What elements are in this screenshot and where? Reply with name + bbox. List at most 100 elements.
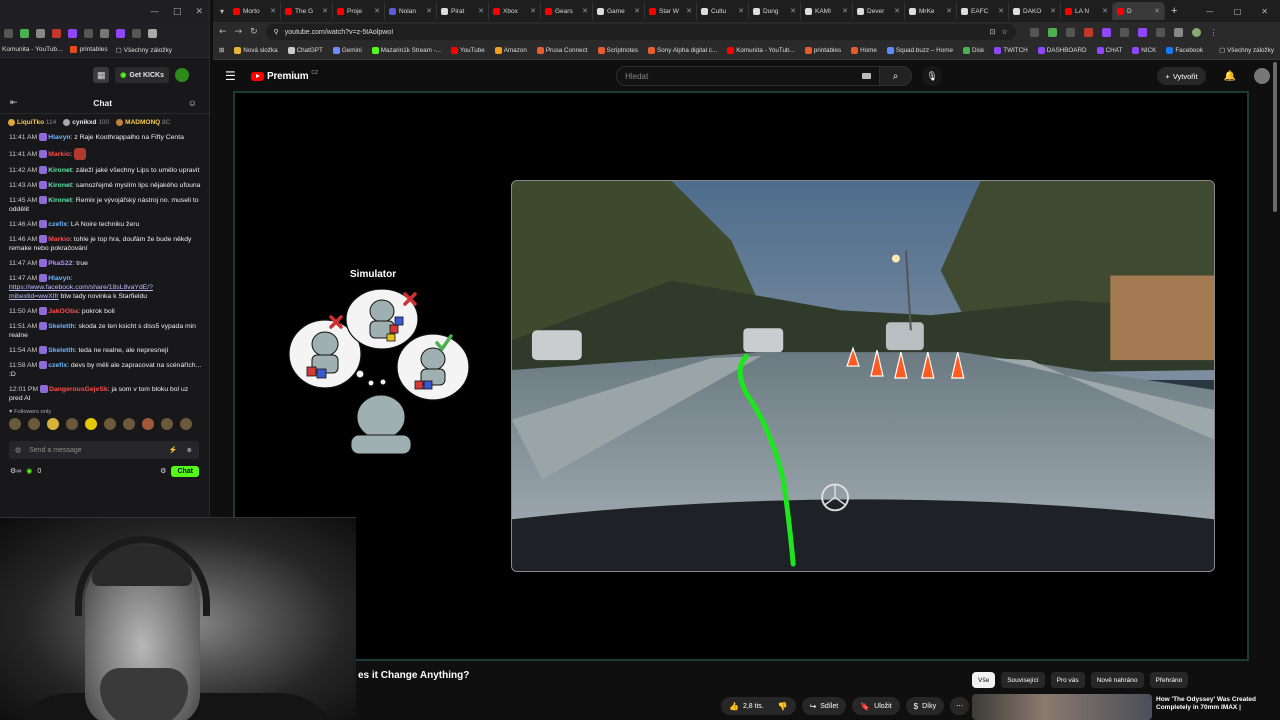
emoji-icon[interactable]: ☻ (186, 447, 193, 454)
browser-tab[interactable]: DAKO ✕ (1009, 2, 1061, 20)
emote-icon[interactable] (47, 418, 59, 430)
forward-icon[interactable]: → (235, 27, 243, 37)
browser-tab[interactable]: Pirat ✕ (437, 2, 489, 20)
browser-tab[interactable]: Proje ✕ (333, 2, 385, 20)
message-username[interactable]: czefix (48, 362, 67, 369)
page-scrollbar[interactable] (1270, 60, 1280, 720)
close-button[interactable]: ✕ (1261, 7, 1268, 16)
browser-tab[interactable]: EAFC ✕ (957, 2, 1009, 20)
browser-tab[interactable]: KAMI ✕ (801, 2, 853, 20)
gifter-item[interactable]: MADMONQ 8C (116, 119, 170, 127)
tab-close-icon[interactable]: ✕ (686, 7, 692, 15)
keyboard-icon[interactable] (862, 73, 872, 79)
search-input[interactable]: Hledat (616, 66, 881, 86)
create-button[interactable]: + Vytvořit (1157, 67, 1206, 85)
voice-search-button[interactable]: 🎙 (922, 66, 943, 86)
emote-icon[interactable] (66, 418, 78, 430)
scrollbar-thumb[interactable] (1273, 62, 1277, 212)
send-chat-button[interactable]: Chat (171, 465, 199, 477)
tab-close-icon[interactable]: ✕ (582, 7, 588, 15)
message-username[interactable]: czefix (48, 221, 67, 228)
url-field[interactable]: ⚲ youtube.com/watch?v=z-5tAolpwoI ⊡ ☆ (265, 24, 1016, 40)
tab-close-icon[interactable]: ✕ (738, 7, 744, 15)
tab-close-icon[interactable]: ✕ (842, 7, 848, 15)
extension-icon[interactable] (1083, 27, 1093, 37)
gifter-item[interactable]: cynikxd 100 (63, 119, 109, 127)
browser-tab[interactable]: Star W ✕ (645, 2, 697, 20)
browser-tab[interactable]: Cultu ✕ (697, 2, 749, 20)
extension-icon[interactable] (116, 28, 125, 38)
extension-icon[interactable] (1119, 27, 1129, 37)
mod-tools-icon[interactable]: ⚙∞ (10, 467, 21, 475)
browser-tab[interactable]: Dever ✕ (853, 2, 905, 20)
extension-icon[interactable] (68, 28, 77, 38)
message-username[interactable]: Kironet (48, 197, 72, 204)
emote-icon[interactable] (123, 418, 135, 430)
emote-icon[interactable] (142, 418, 154, 430)
message-username[interactable]: PkaS22 (48, 260, 72, 267)
emote-icon[interactable] (85, 418, 97, 430)
like-button[interactable]: 👍 2,8 tis. 👎 (721, 697, 796, 715)
browser-tab[interactable]: Gears ✕ (541, 2, 593, 20)
message-username[interactable]: Skeletth (48, 347, 74, 354)
bookmark-star-icon[interactable]: ☆ (1001, 28, 1007, 36)
extension-icon[interactable] (132, 28, 141, 38)
menu-icon[interactable]: ⋮ (1210, 28, 1218, 37)
emote-icon[interactable] (28, 418, 40, 430)
extension-icon[interactable] (148, 28, 157, 38)
message-username[interactable]: Markio (48, 236, 70, 243)
bookmark-item[interactable]: YouTube (450, 47, 485, 54)
extension-icon[interactable] (1029, 27, 1039, 37)
get-kicks-button[interactable]: ◉ Get KICKs (115, 67, 169, 83)
browser-tab[interactable]: Morto ✕ (229, 2, 281, 20)
emote-icon[interactable] (180, 418, 192, 430)
extension-icon[interactable] (100, 28, 109, 38)
save-button[interactable]: 🔖 Uložit (852, 697, 900, 715)
bookmark-item[interactable]: Facebook (1166, 47, 1203, 54)
bookmark-item[interactable]: DASHBOARD (1037, 47, 1087, 54)
bookmark-item[interactable]: TWITCH (994, 47, 1028, 54)
maximize-button[interactable]: □ (1234, 7, 1242, 16)
extension-icon[interactable] (20, 28, 29, 38)
chat-input[interactable]: ◍ Send a message ⚡ ☻ (9, 441, 199, 459)
message-username[interactable]: Hlavyn (48, 134, 70, 141)
reload-icon[interactable]: ↻ (250, 27, 258, 37)
recommended-thumbnail[interactable] (972, 694, 1152, 720)
tab-close-icon[interactable]: ✕ (894, 7, 900, 15)
site-info-icon[interactable]: ⚲ (274, 28, 279, 36)
tab-close-icon[interactable]: ✕ (1154, 7, 1160, 15)
emote-picker-icon[interactable]: ⚡ (169, 446, 178, 454)
tab-close-icon[interactable]: ✕ (634, 7, 640, 15)
menu-hamburger-icon[interactable]: ☰ (225, 69, 247, 83)
bookmark-item[interactable]: Scriptnotes (597, 47, 638, 54)
bookmark-item[interactable]: printables (804, 47, 841, 54)
grid-icon[interactable]: ▦ (93, 67, 110, 83)
browser-tab[interactable]: The G ✕ (281, 2, 333, 20)
message-username[interactable]: Hlavyn (48, 275, 70, 282)
extension-icon[interactable] (52, 28, 61, 38)
gifter-item[interactable]: LiquiTko 114 (8, 119, 56, 127)
bookmark-item[interactable]: printables (70, 45, 108, 53)
bookmark-item[interactable]: Prusa Connect (536, 47, 588, 54)
youtube-premium-logo[interactable]: Premium CZ (251, 70, 318, 82)
bookmark-item[interactable]: ChatGPT (287, 47, 323, 54)
collapse-chat-icon[interactable]: ⇤ (10, 97, 18, 108)
bookmark-item[interactable]: Amazon (494, 47, 527, 54)
video-player[interactable]: Simulator (233, 91, 1249, 661)
tab-close-icon[interactable]: ✕ (426, 7, 432, 15)
browser-tab[interactable]: Xbox ✕ (489, 2, 541, 20)
tab-close-icon[interactable]: ✕ (270, 7, 276, 15)
bookmark-item[interactable]: Sony Alpha digital c... (648, 47, 717, 54)
minimize-button[interactable]: — (150, 7, 159, 17)
message-username[interactable]: Kironet (48, 182, 72, 189)
extension-icon[interactable] (4, 28, 13, 38)
apps-icon[interactable]: ⊞ (219, 47, 224, 54)
filter-chip[interactable]: Související (1001, 672, 1045, 688)
profile-avatar[interactable] (1191, 27, 1201, 37)
filter-chip[interactable]: Přehráno (1149, 672, 1189, 688)
tab-close-icon[interactable]: ✕ (530, 7, 536, 15)
message-username[interactable]: Markio (48, 151, 70, 158)
chat-users-icon[interactable]: ☺ (188, 98, 197, 108)
tab-close-icon[interactable]: ✕ (1050, 7, 1056, 15)
tab-close-icon[interactable]: ✕ (478, 7, 484, 15)
